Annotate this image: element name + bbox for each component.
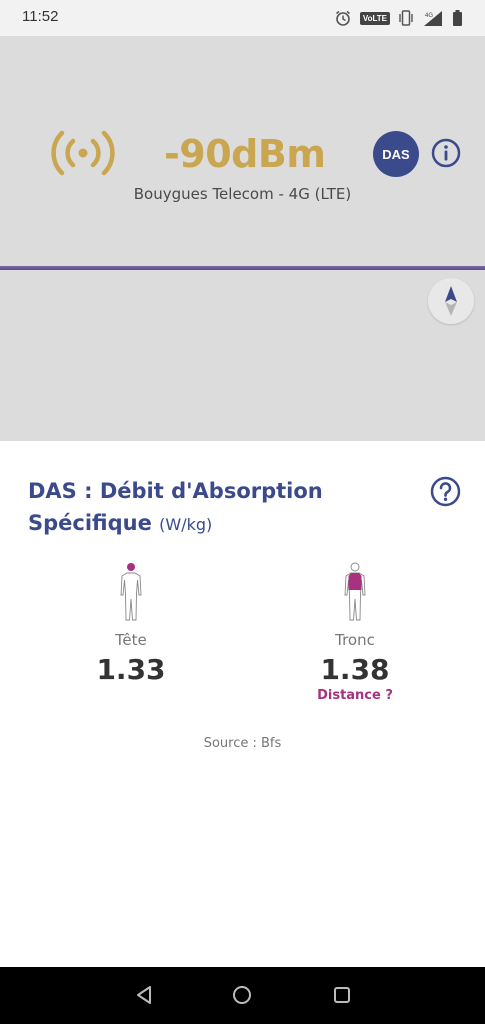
body-trunk-icon xyxy=(344,562,366,621)
compass-button[interactable] xyxy=(428,278,474,324)
trunk-label: Tronc xyxy=(335,631,375,649)
signal-wave-icon xyxy=(51,130,115,176)
navigation-bar xyxy=(0,967,485,1024)
das-button[interactable]: DAS xyxy=(373,131,419,177)
status-icons: VoLTE 4G xyxy=(334,7,463,29)
home-icon[interactable] xyxy=(230,983,254,1007)
status-time: 11:52 xyxy=(22,8,59,25)
signal-4g-icon: 4G xyxy=(424,11,442,26)
distance-link[interactable]: Distance ? xyxy=(275,688,435,703)
svg-text:4G: 4G xyxy=(425,13,433,19)
trunk-das: Tronc 1.38 Distance ? xyxy=(275,562,435,703)
map-area[interactable] xyxy=(0,270,485,441)
recents-icon[interactable] xyxy=(330,983,354,1007)
info-icon[interactable] xyxy=(431,138,461,168)
back-icon[interactable] xyxy=(132,983,156,1007)
compass-icon xyxy=(445,286,457,316)
operator-label: Bouygues Telecom - 4G (LTE) xyxy=(133,185,352,203)
head-value: 1.33 xyxy=(96,653,166,686)
alarm-icon xyxy=(335,10,350,26)
vibrate-icon xyxy=(399,10,413,26)
status-bar: 11:52 VoLTE 4G xyxy=(0,0,485,36)
volte-badge: VoLTE xyxy=(359,11,390,25)
trunk-value: 1.38 xyxy=(320,653,390,686)
battery-icon xyxy=(453,10,462,26)
head-das: Tête 1.33 xyxy=(51,562,211,686)
body-head-icon xyxy=(120,563,142,621)
help-icon[interactable] xyxy=(430,476,461,507)
das-unit: (W/kg) xyxy=(159,515,213,534)
das-title: DAS : Débit d'Absorption Spécifique (W/k… xyxy=(28,475,408,541)
signal-strength-value: -90dBm xyxy=(164,132,326,176)
source-label: Source : Bfs xyxy=(203,736,282,751)
head-label: Tête xyxy=(115,631,147,649)
